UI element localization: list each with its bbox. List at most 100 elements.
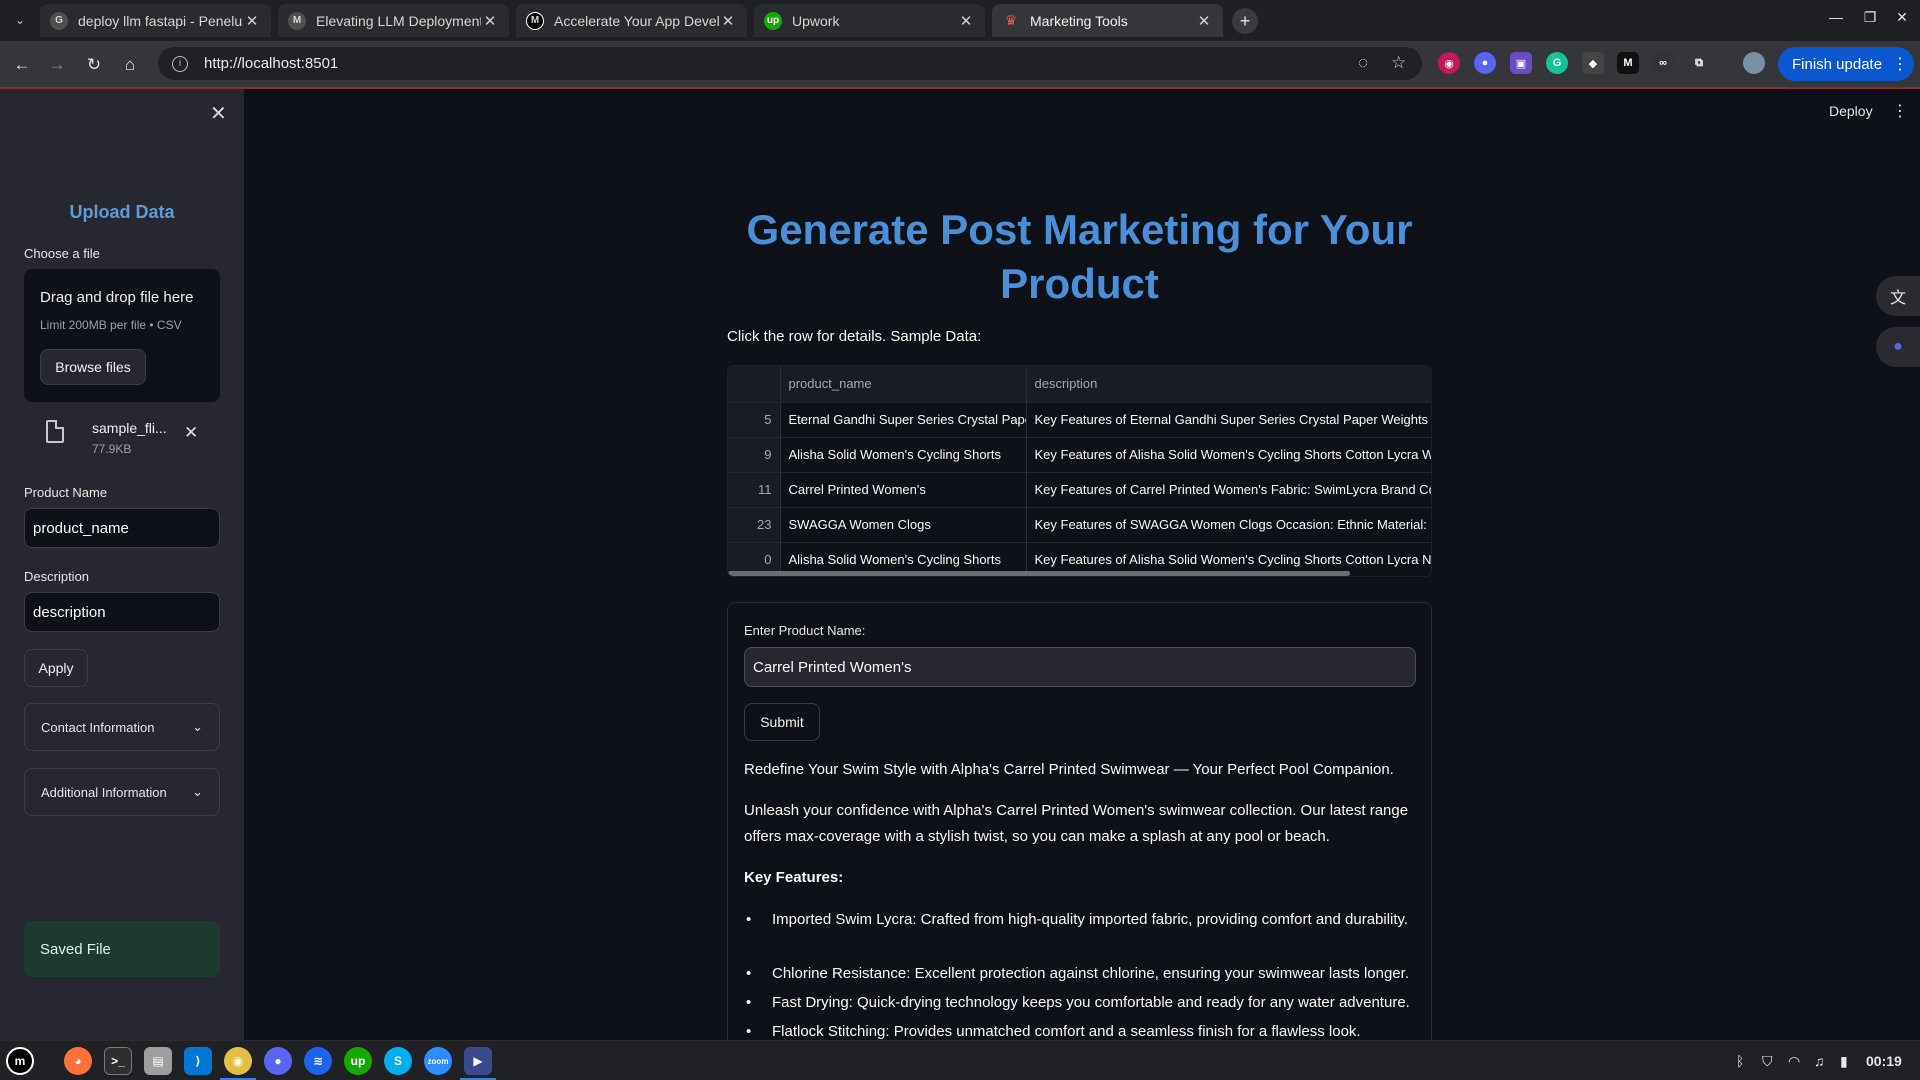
apply-button[interactable]: Apply [24,649,88,687]
data-table[interactable]: product_name description 5 Eternal Gandh… [727,365,1432,577]
extension-icon[interactable]: ◉ [1438,52,1460,74]
forward-icon[interactable]: → [45,53,69,77]
deploy-button[interactable]: Deploy [1829,103,1873,119]
output-headline: Redefine Your Swim Style with Alpha's Ca… [744,761,1394,778]
eye-off-icon[interactable]: ◌ [1358,53,1368,73]
browser-tab[interactable]: up Upwork ✕ [754,4,985,37]
main-menu-icon[interactable]: ⋮ [1892,101,1908,121]
horizontal-scrollbar[interactable] [728,571,1350,576]
feature-item: Fast Drying: Quick-drying technology kee… [744,990,1416,1016]
site-info-icon[interactable]: i [172,55,188,72]
screen-recorder-icon[interactable]: ▶ [464,1047,492,1075]
close-tab-icon[interactable]: ✕ [481,12,499,30]
medium-icon: M [288,11,306,30]
extension-icon[interactable]: ∞ [1652,52,1674,74]
medium-extension-icon[interactable]: M [1617,52,1639,74]
file-label: Choose a file [24,246,100,261]
address-bar[interactable]: i http://localhost:8501 ◌ ☆ [158,47,1422,80]
browser-tab-bar: ⌄ G deploy llm fastapi - Penelusu ✕ M El… [0,0,1920,41]
table-row[interactable]: 23 SWAGGA Women Clogs Key Features of SW… [728,506,1431,542]
minimize-icon[interactable]: — [1824,9,1848,25]
cell-product-name[interactable]: Eternal Gandhi Super Series Crystal Pape… [780,401,1027,437]
bookmark-star-icon[interactable]: ☆ [1391,53,1406,73]
upwork-app-icon[interactable]: up [344,1047,372,1075]
discord-icon[interactable]: ● [264,1047,292,1075]
cell-description[interactable]: Key Features of Eternal Gandhi Super Ser… [1026,401,1431,437]
product-name-input[interactable]: product_name [24,508,220,548]
wifi-icon[interactable]: ◠ [1788,1053,1800,1070]
row-index: 9 [728,436,781,472]
skype-icon[interactable]: S [384,1047,412,1075]
browser-tab[interactable]: M Elevating LLM Deployment w ✕ [278,4,509,37]
new-tab-button[interactable]: + [1232,8,1258,34]
browse-files-button[interactable]: Browse files [40,349,146,385]
docker-icon[interactable]: ≋ [304,1047,332,1075]
product-form: Enter Product Name: Carrel Printed Women… [727,602,1432,1048]
column-header[interactable]: description [1026,366,1431,402]
assistant-icon[interactable]: ● [1876,327,1920,367]
grammarly-icon[interactable]: G [1546,52,1568,74]
cell-product-name[interactable]: Alisha Solid Women's Cycling Shorts [780,436,1027,472]
vscode-icon[interactable]: ⟩ [184,1047,212,1075]
extension-icon[interactable]: ▣ [1510,52,1532,74]
zoom-icon[interactable]: zoom [424,1047,452,1075]
cell-description[interactable]: Key Features of SWAGGA Women Clogs Occas… [1026,506,1431,542]
translate-icon[interactable]: 文 [1876,276,1920,316]
contact-information-expander[interactable]: Contact Information ⌄ [24,703,220,751]
browser-toolbar: ← → ↻ ⌂ i http://localhost:8501 ◌ ☆ ◉ ● … [0,41,1920,87]
streamlit-icon: ♛ [1004,12,1018,28]
cell-product-name[interactable]: SWAGGA Women Clogs [780,506,1027,542]
more-vert-icon: ⋮ [1892,56,1909,73]
remove-file-icon[interactable]: ✕ [184,423,198,443]
close-window-icon[interactable]: ✕ [1890,9,1914,26]
file-dropzone[interactable]: Drag and drop file here Limit 200MB per … [24,269,220,402]
table-row[interactable]: 9 Alisha Solid Women's Cycling Shorts Ke… [728,436,1431,472]
table-row[interactable]: 11 Carrel Printed Women's Key Features o… [728,471,1431,507]
cell-description[interactable]: Key Features of Carrel Printed Women's F… [1026,471,1431,507]
close-sidebar-icon[interactable]: ✕ [210,101,227,126]
table-header-row: product_name description [728,366,1431,402]
reload-icon[interactable]: ↻ [82,53,106,77]
product-name-field[interactable]: Carrel Printed Women's [744,647,1416,687]
cell-product-name[interactable]: Carrel Printed Women's [780,471,1027,507]
chrome-icon[interactable]: ◉ [224,1047,252,1075]
close-tab-icon[interactable]: ✕ [957,12,975,30]
submit-button[interactable]: Submit [744,703,820,741]
close-tab-icon[interactable]: ✕ [719,12,737,30]
table-row[interactable]: 5 Eternal Gandhi Super Series Crystal Pa… [728,401,1431,437]
close-tab-icon[interactable]: ✕ [243,12,261,30]
firefox-icon[interactable]: ◕ [64,1047,92,1075]
finish-update-button[interactable]: Finish update ⋮ [1778,47,1914,81]
mint-menu-icon[interactable]: m [6,1047,34,1075]
cell-description[interactable]: Key Features of Alisha Solid Women's Cyc… [1026,436,1431,472]
divider [0,87,1920,89]
column-header[interactable]: product_name [780,366,1027,402]
home-icon[interactable]: ⌂ [118,53,142,77]
column-header[interactable] [728,366,781,402]
browser-tab[interactable]: G deploy llm fastapi - Penelusu ✕ [40,4,271,37]
additional-information-expander[interactable]: Additional Information ⌄ [24,768,220,816]
browser-tab[interactable]: M Accelerate Your App Develo ✕ [516,4,747,37]
close-tab-icon[interactable]: ✕ [1195,12,1213,30]
battery-icon[interactable]: ▮ [1840,1053,1848,1070]
terminal-icon[interactable]: >_ [104,1047,132,1075]
avatar[interactable] [1743,52,1765,74]
tab-title: deploy llm fastapi - Penelusu [78,12,243,29]
upwork-icon: up [764,11,782,30]
tab-search-icon[interactable]: ⌄ [8,10,32,30]
discord-extension-icon[interactable]: ● [1474,52,1496,74]
back-icon[interactable]: ← [10,53,34,77]
clock[interactable]: 00:19 [1866,1053,1902,1069]
restore-icon[interactable]: ❐ [1858,9,1882,26]
description-input[interactable]: description [24,592,220,632]
sound-icon[interactable]: ♫ [1814,1053,1825,1069]
medium-icon: M [526,11,544,30]
bluetooth-icon[interactable]: ᛒ [1736,1053,1744,1069]
extension-icon[interactable]: ◆ [1582,52,1604,74]
description-label: Description [24,569,90,584]
browser-tab-active[interactable]: ♛ Marketing Tools ✕ [992,4,1223,37]
url-text: http://localhost:8501 [204,55,339,72]
extensions-puzzle-icon[interactable]: ⧉ [1688,52,1710,74]
shield-icon[interactable]: ⛉ [1762,1053,1773,1070]
files-icon[interactable]: ▤ [144,1047,172,1075]
